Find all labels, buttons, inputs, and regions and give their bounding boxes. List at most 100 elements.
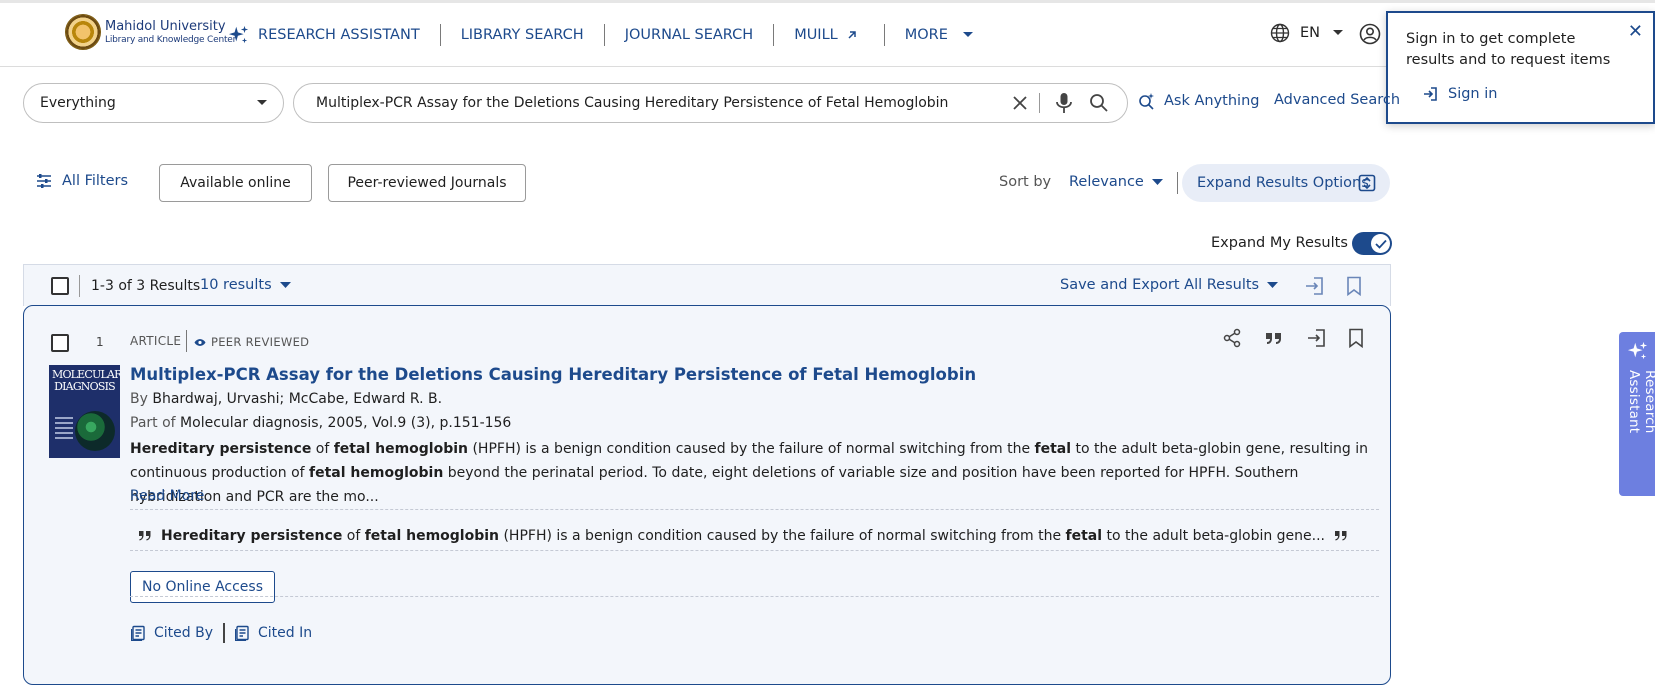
expand-my-results-label: Expand My Results: [1211, 235, 1348, 251]
sort-divider: [1177, 172, 1178, 194]
expand-my-results-toggle[interactable]: [1352, 232, 1392, 255]
journal-cover-thumbnail[interactable]: MOLECULAR DIAGNOSIS: [49, 365, 120, 458]
cite-quote-icon[interactable]: [1264, 328, 1284, 348]
select-all-checkbox[interactable]: [51, 277, 69, 295]
nav-more[interactable]: MORE: [905, 3, 974, 67]
highlighted-term: fetal hemoglobin: [364, 528, 500, 544]
clear-icon[interactable]: [1011, 94, 1029, 112]
caret-down-icon: [962, 31, 974, 39]
caret-down-icon: [257, 100, 267, 106]
sort-by-label: Sort by: [999, 174, 1052, 190]
results-per-page-select[interactable]: 10 results: [200, 277, 291, 293]
globe-icon: [1270, 23, 1290, 43]
bookmark-icon[interactable]: [1348, 328, 1364, 348]
result-type: ARTICLE: [130, 334, 182, 348]
read-more-link[interactable]: Read More: [130, 488, 204, 504]
part-of-label: Part of: [130, 415, 176, 431]
expand-options-label: Expand Results Options: [1197, 175, 1369, 191]
save-export-all-button[interactable]: Save and Export All Results: [1060, 277, 1279, 293]
filter-chip-available-online[interactable]: Available online: [159, 164, 312, 202]
cited-in-icon: [235, 625, 258, 641]
cited-in-link[interactable]: Cited In: [258, 625, 312, 641]
signin-message: Sign in to get complete results and to r…: [1406, 31, 1611, 68]
nav-divider: [883, 24, 885, 46]
result-source: Part of Molecular diagnosis, 2005, Vol.9…: [130, 415, 511, 431]
nav-label: RESEARCH ASSISTANT: [258, 27, 420, 43]
highlighted-term: Hereditary persistence: [161, 528, 343, 544]
highlighted-term: fetal hemoglobin: [309, 465, 444, 481]
research-assistant-side-tab[interactable]: Research Assistant: [1619, 332, 1655, 496]
nav-label: MUILL: [794, 27, 838, 43]
search-icon[interactable]: [1089, 93, 1109, 113]
cited-by-icon: [131, 625, 154, 641]
per-page-value: 10 results: [200, 277, 272, 293]
text-run: of: [342, 528, 365, 544]
result-checkbox[interactable]: [51, 334, 69, 352]
share-icon[interactable]: [1222, 328, 1242, 348]
sparkle-icon: [228, 24, 250, 46]
nav-library-search[interactable]: LIBRARY SEARCH: [461, 3, 584, 67]
caret-down-icon: [1259, 281, 1279, 289]
citation-links: Cited By Cited In: [131, 623, 312, 643]
cover-title: MOLECULAR DIAGNOSIS: [52, 368, 120, 393]
no-online-access-button[interactable]: No Online Access: [130, 571, 275, 603]
signin-link[interactable]: Sign in: [1422, 86, 1497, 102]
search-divider: [1039, 93, 1040, 113]
nav-divider: [773, 24, 775, 46]
nav-journal-search[interactable]: JOURNAL SEARCH: [625, 3, 754, 67]
text-run: (HPFH) is a benign condition caused by t…: [499, 528, 1066, 544]
library-logo[interactable]: Mahidol University Library and Knowledge…: [65, 14, 236, 50]
search-scope-select[interactable]: Everything: [23, 83, 284, 123]
expand-results-options-button[interactable]: Expand Results Options: [1182, 164, 1390, 202]
cited-divider: [223, 623, 225, 643]
result-title-link[interactable]: Multiplex-PCR Assay for the Deletions Ca…: [130, 365, 976, 384]
results-count: 1-3 of 3 Results: [91, 278, 201, 294]
peer-reviewed-badge: PEER REVIEWED: [194, 335, 309, 349]
advanced-search-link[interactable]: Advanced Search: [1274, 92, 1400, 108]
all-filters-label: All Filters: [62, 173, 129, 189]
result-authors: By Bhardwaj, Urvashi; McCabe, Edward R. …: [130, 391, 442, 407]
results-toolbar: 1-3 of 3 Results 10 results Save and Exp…: [23, 264, 1391, 306]
filter-sliders-icon: [36, 173, 62, 189]
nav-muill[interactable]: MUILL: [794, 3, 858, 67]
external-link-icon: [846, 29, 858, 41]
sort-select[interactable]: Relevance: [1069, 174, 1163, 190]
search-input[interactable]: Multiplex-PCR Assay for the Deletions Ca…: [293, 83, 1128, 123]
ask-anything-button[interactable]: Ask Anything: [1138, 92, 1259, 110]
cited-by-link[interactable]: Cited By: [154, 625, 213, 641]
peer-label: PEER REVIEWED: [211, 335, 310, 349]
source-text: Molecular diagnosis, 2005, Vol.9 (3), p.…: [180, 415, 512, 431]
all-filters-button[interactable]: All Filters: [36, 173, 128, 189]
nav-label: LIBRARY SEARCH: [460, 27, 584, 43]
close-icon[interactable]: ✕: [1628, 23, 1643, 41]
nav-research-assistant[interactable]: RESEARCH ASSISTANT: [228, 3, 420, 67]
main-nav: RESEARCH ASSISTANT LIBRARY SEARCH JOURNA…: [228, 3, 974, 67]
snippet-text: Hereditary persistence of fetal hemoglob…: [161, 528, 1325, 544]
result-snippet: Hereditary persistence of fetal hemoglob…: [138, 528, 1357, 544]
export-icon[interactable]: [1304, 276, 1324, 296]
highlighted-term: fetal: [1034, 441, 1072, 457]
export-icon[interactable]: [1306, 328, 1326, 348]
user-account-icon[interactable]: [1359, 23, 1381, 49]
cover-image: [75, 411, 115, 451]
side-tab-label: Research Assistant: [1626, 370, 1655, 434]
type-divider: [186, 330, 187, 352]
bookmark-icon[interactable]: [1346, 276, 1362, 296]
by-label: By: [130, 391, 148, 407]
signin-label: Sign in: [1448, 86, 1498, 102]
quote-close-icon: [1334, 530, 1357, 542]
microphone-icon[interactable]: [1054, 92, 1074, 114]
result-abstract: Hereditary persistence of fetal hemoglob…: [130, 437, 1385, 509]
result-number: 1: [96, 335, 104, 349]
nav-label: MORE: [904, 27, 948, 43]
logo-line-1: Mahidol University: [105, 18, 226, 34]
scope-value: Everything: [40, 95, 116, 111]
filter-chip-peer-reviewed[interactable]: Peer-reviewed Journals: [328, 164, 526, 202]
signin-popup: Sign in to get complete results and to r…: [1386, 11, 1655, 124]
language-label: EN: [1300, 25, 1321, 41]
results-divider: [79, 275, 80, 297]
cover-text-lines: [55, 417, 73, 442]
language-selector[interactable]: EN: [1270, 23, 1344, 43]
text-run: to the adult beta-globin gene...: [1102, 528, 1326, 544]
highlighted-term: fetal hemoglobin: [333, 441, 469, 457]
